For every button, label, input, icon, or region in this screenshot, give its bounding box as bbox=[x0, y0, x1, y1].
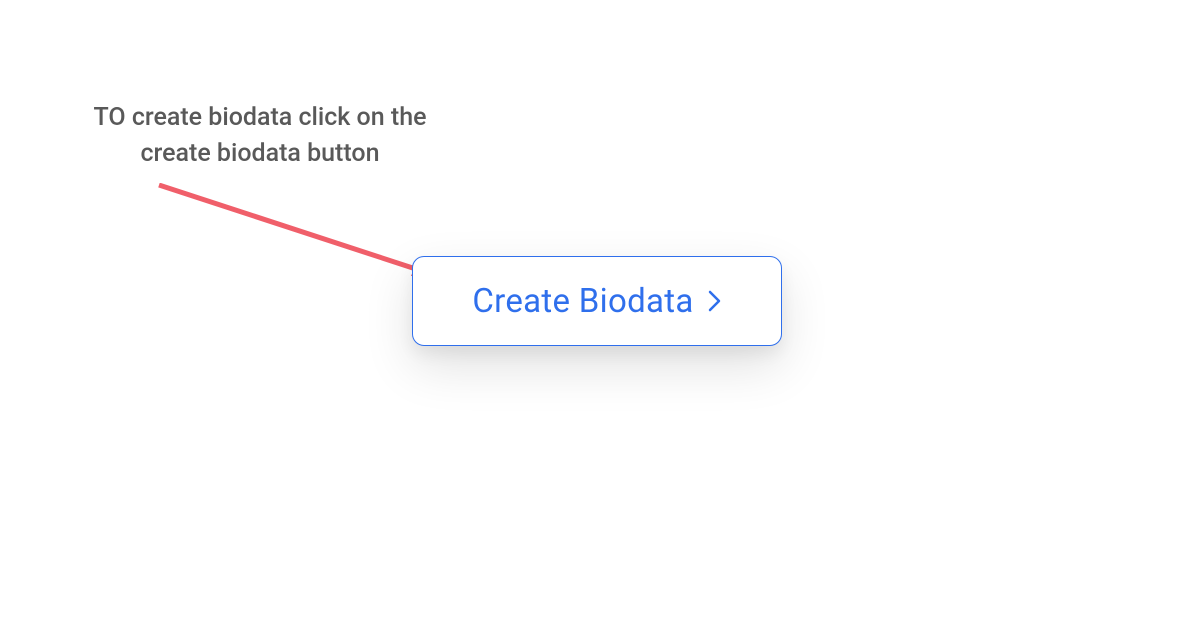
instruction-text: TO create biodata click on the create bi… bbox=[80, 100, 440, 173]
create-biodata-label: Create Biodata bbox=[472, 282, 693, 321]
pointer-arrow bbox=[157, 183, 447, 283]
create-biodata-button[interactable]: Create Biodata bbox=[412, 256, 782, 346]
chevron-right-icon bbox=[708, 290, 722, 312]
